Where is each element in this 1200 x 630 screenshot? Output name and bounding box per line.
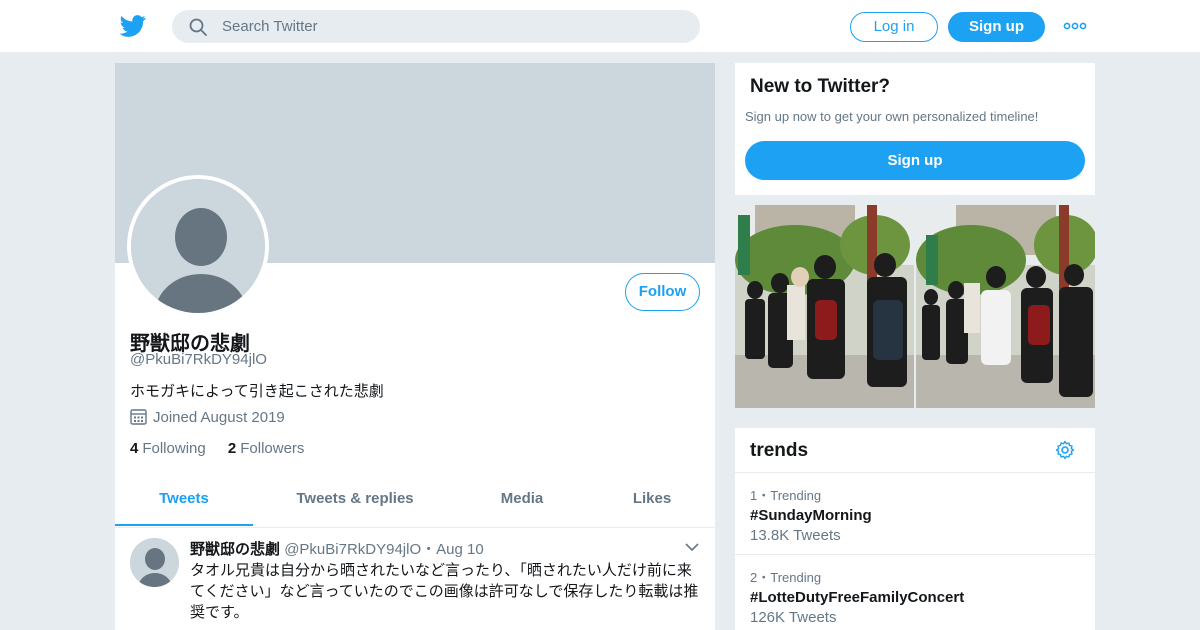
divider	[735, 554, 1095, 555]
top-navigation-bar: Search Twitter Log in Sign up	[0, 0, 1200, 53]
profile-stats: 4 Following 2 Followers	[130, 440, 322, 457]
profile-joined: Joined August 2019	[130, 408, 285, 426]
profile-tabs: Tweets Tweets & replies Media Likes	[115, 478, 715, 528]
followers-count: 2	[227, 440, 237, 457]
profile-handle: @PkuBi7RkDY94jlO	[130, 351, 267, 368]
signup-card-title: New to Twitter?	[750, 76, 891, 97]
more-dots-icon[interactable]	[1063, 18, 1087, 34]
followers-label: Followers	[240, 440, 305, 457]
trend-count: 126K Tweets	[750, 609, 837, 626]
media-preview	[735, 205, 1095, 408]
trends-title: trends	[750, 440, 809, 461]
profile-avatar[interactable]	[127, 175, 269, 317]
default-avatar-icon	[131, 179, 265, 313]
following-count: 4	[130, 440, 139, 457]
tab-tweets-replies[interactable]: Tweets & replies	[285, 478, 425, 526]
search-placeholder: Search Twitter	[222, 18, 318, 35]
calendar-icon	[130, 409, 147, 425]
tab-tweets[interactable]: Tweets	[115, 478, 253, 526]
trend-meta: 2・Trending	[750, 570, 822, 585]
chevron-down-icon[interactable]	[685, 542, 699, 552]
login-button[interactable]: Log in	[850, 12, 938, 42]
trends-card: trends 1・Trending #SundayMorning 13.8K T…	[735, 428, 1095, 630]
tweet-avatar[interactable]	[130, 538, 179, 587]
signup-card: New to Twitter? Sign up now to get your …	[735, 63, 1095, 195]
media-photo-2[interactable]	[916, 205, 1095, 408]
trend-meta: 1・Trending	[750, 488, 822, 503]
tweet-author-name[interactable]: 野獣邸の悲劇	[190, 540, 280, 558]
profile-card: Follow 野獣邸の悲劇 @PkuBi7RkDY94jlO ホモガキによって引…	[115, 63, 715, 630]
joined-text: Joined August 2019	[153, 409, 285, 426]
followers-link[interactable]: 2 Followers	[228, 440, 305, 457]
tweet-handle-date[interactable]: @PkuBi7RkDY94jlO・Aug 10	[284, 541, 483, 558]
following-link[interactable]: 4 Following	[130, 440, 206, 457]
gear-icon[interactable]	[1055, 440, 1075, 460]
tweet-item[interactable]: 野獣邸の悲劇 @PkuBi7RkDY94jlO・Aug 10 タオル兄貴は自分か…	[115, 528, 715, 630]
trend-count: 13.8K Tweets	[750, 527, 841, 544]
tweet-header: 野獣邸の悲劇 @PkuBi7RkDY94jlO・Aug 10	[190, 538, 484, 559]
tab-media[interactable]: Media	[473, 478, 571, 526]
media-photo-1[interactable]	[735, 205, 914, 408]
trend-item[interactable]: 1・Trending #SundayMorning 13.8K Tweets	[750, 485, 1080, 544]
tab-likes[interactable]: Likes	[615, 478, 689, 526]
trend-tag: #LotteDutyFreeFamilyConcert	[750, 589, 965, 606]
follow-button[interactable]: Follow	[625, 273, 700, 311]
following-label: Following	[142, 440, 206, 457]
signup-card-subtitle: Sign up now to get your own personalized…	[745, 109, 1039, 124]
search-icon	[189, 18, 207, 36]
search-input[interactable]: Search Twitter	[172, 10, 700, 43]
signup-card-button[interactable]: Sign up	[745, 141, 1085, 180]
tweet-text: タオル兄貴は自分から晒されたいなど言ったり、「晒されたい人だけ前に来てください」…	[190, 561, 699, 621]
trend-tag: #SundayMorning	[750, 507, 872, 524]
profile-bio: ホモガキによって引き起こされた悲劇	[130, 382, 384, 400]
signup-button[interactable]: Sign up	[948, 12, 1045, 42]
divider	[735, 472, 1095, 473]
twitter-bird-icon[interactable]	[120, 14, 146, 38]
trend-item[interactable]: 2・Trending #LotteDutyFreeFamilyConcert 1…	[750, 567, 1080, 626]
